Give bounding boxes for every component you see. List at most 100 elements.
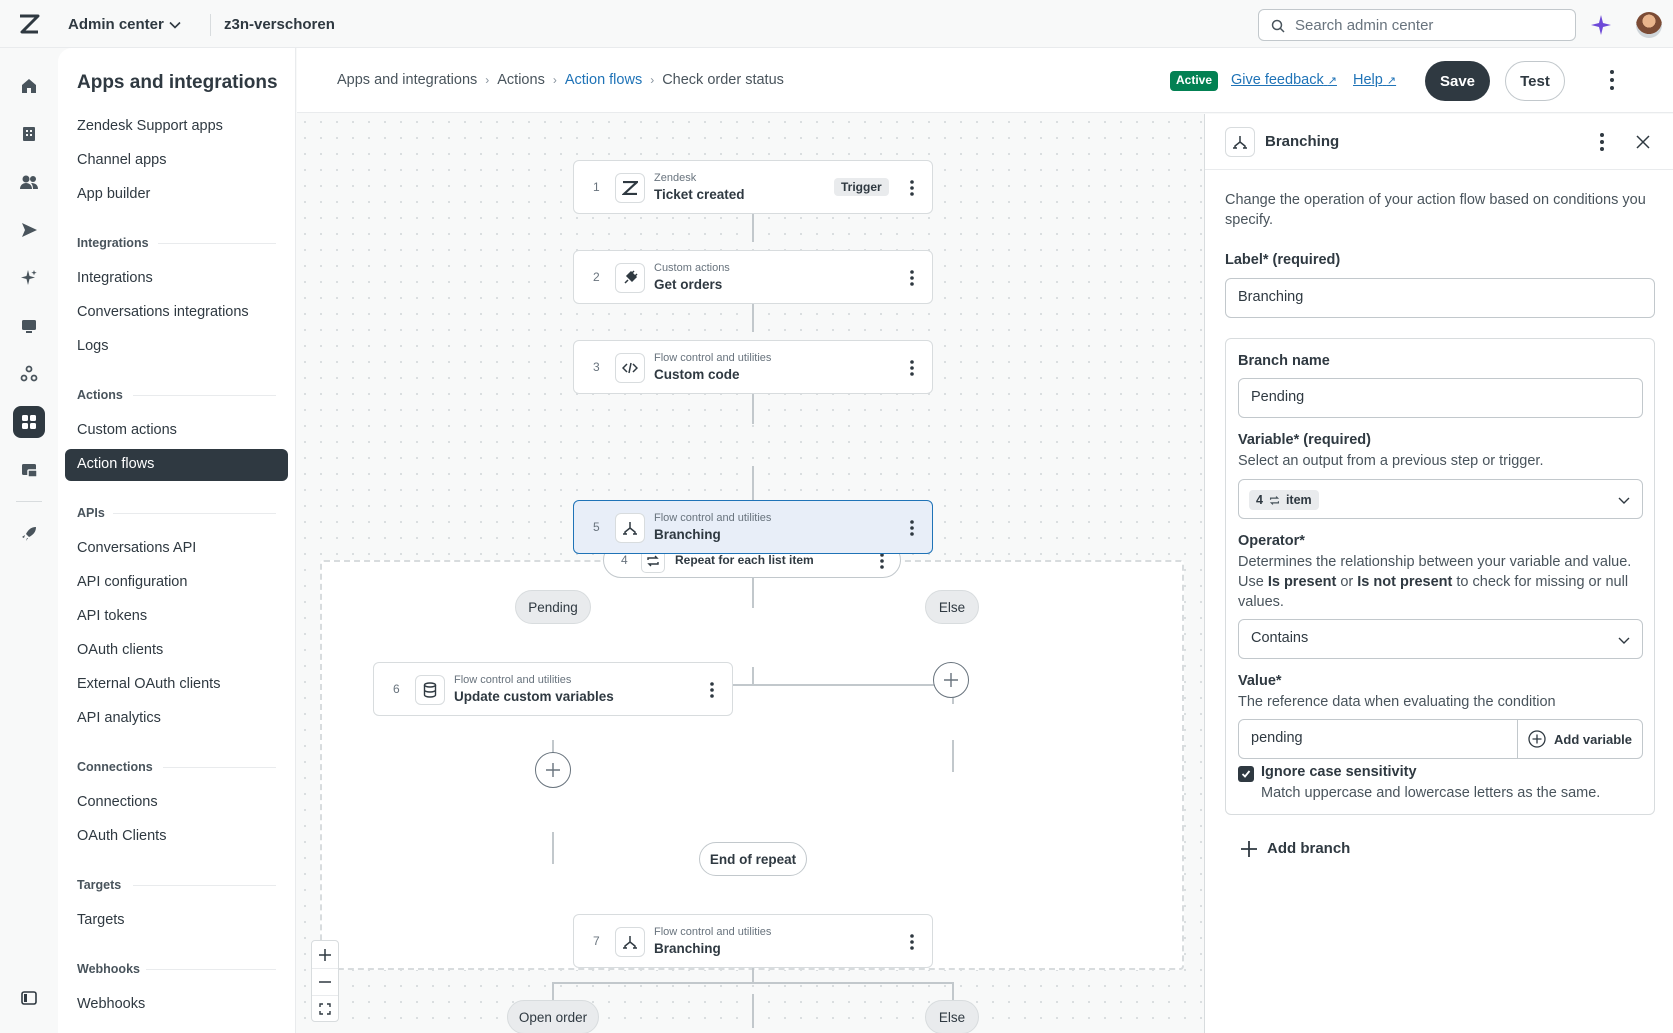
label-input[interactable]: Branching <box>1225 278 1655 318</box>
repeat-container <box>320 560 1184 970</box>
flow-step-7[interactable]: 7 Flow control and utilities Branching <box>573 914 933 968</box>
account-name: z3n-verschoren <box>224 16 335 33</box>
value-input[interactable]: pending Add variable <box>1238 719 1643 759</box>
flow-step-6[interactable]: 6 Flow control and utilities Update cust… <box>373 662 733 716</box>
flow-step-3[interactable]: 3 Flow control and utilities Custom code <box>573 340 933 394</box>
nav-item-action-flows[interactable]: Action flows <box>65 449 288 481</box>
more-options-icon[interactable] <box>1609 68 1615 92</box>
nav-item-zendesk-support-apps[interactable]: Zendesk Support apps <box>77 118 223 134</box>
rail-people[interactable] <box>13 166 45 198</box>
more-options-icon[interactable] <box>910 933 914 951</box>
rocket-icon <box>22 527 36 541</box>
search-icon <box>1271 19 1285 33</box>
rail-launch[interactable] <box>13 518 45 550</box>
ai-sparkle-icon[interactable] <box>1590 14 1612 36</box>
nav-divider <box>133 885 276 886</box>
branch-name-input[interactable]: Pending <box>1238 378 1643 418</box>
flow-step-1[interactable]: 1 Zendesk Ticket created Trigger <box>573 160 933 214</box>
nav-item-targets[interactable]: Targets <box>77 912 125 928</box>
sparkle-icon <box>21 270 37 285</box>
database-icon <box>415 675 445 705</box>
rail-channels[interactable] <box>13 214 45 246</box>
more-options-icon[interactable] <box>910 269 914 287</box>
give-feedback-label: Give feedback <box>1231 72 1324 88</box>
more-options-icon[interactable] <box>910 359 914 377</box>
more-options-icon[interactable] <box>880 552 884 570</box>
breadcrumb-action-flows[interactable]: Action flows <box>565 72 642 88</box>
zendesk-logo-icon[interactable] <box>18 14 40 34</box>
flow-canvas[interactable]: 1 Zendesk Ticket created Trigger 2 Custo… <box>297 114 1204 1033</box>
nav-item-webhooks[interactable]: Webhooks <box>77 996 145 1012</box>
nav-item-conversations-api[interactable]: Conversations API <box>77 540 196 556</box>
nav-item-logs[interactable]: Logs <box>77 338 108 354</box>
rail-home[interactable] <box>13 70 45 102</box>
nav-section-webhooks: Webhooks <box>77 962 140 976</box>
branch-pending[interactable]: Pending <box>515 590 591 624</box>
add-step-button[interactable] <box>933 662 969 698</box>
more-options-icon[interactable] <box>710 681 714 699</box>
rail-ai[interactable] <box>13 262 45 294</box>
ignore-case-checkbox[interactable] <box>1238 766 1254 782</box>
fit-view-button[interactable] <box>312 995 338 1022</box>
monitor-icon <box>22 320 36 333</box>
avatar[interactable] <box>1636 12 1662 38</box>
chevron-down-icon[interactable] <box>168 18 182 32</box>
breadcrumb: Apps and integrations › Actions › Action… <box>337 72 784 88</box>
people-icon <box>20 175 38 189</box>
save-button[interactable]: Save <box>1425 61 1490 101</box>
fullscreen-icon <box>319 1003 331 1015</box>
zoom-controls <box>311 940 339 1022</box>
operator-select[interactable]: Contains <box>1238 619 1643 659</box>
variable-select[interactable]: 4 item <box>1238 479 1643 519</box>
step-number: 1 <box>593 180 600 194</box>
plus-icon <box>546 763 560 777</box>
top-bar: Admin center z3n-verschoren Search admin… <box>0 0 1673 48</box>
step-category: Flow control and utilities <box>654 512 772 524</box>
add-variable-button[interactable]: Add variable <box>1517 720 1642 758</box>
branch-else[interactable]: Else <box>925 590 979 624</box>
chevron-right-icon: › <box>650 73 655 87</box>
help-link[interactable]: Help ↗ <box>1353 72 1396 88</box>
product-switcher[interactable]: Admin center <box>68 16 164 33</box>
zoom-in-button[interactable] <box>312 941 338 968</box>
nav-item-custom-actions[interactable]: Custom actions <box>77 422 177 438</box>
nav-item-app-builder[interactable]: App builder <box>77 186 150 202</box>
nav-item-api-tokens[interactable]: API tokens <box>77 608 147 624</box>
connector <box>752 214 754 242</box>
rail-sandbox[interactable] <box>13 454 45 486</box>
flow-step-5[interactable]: 5 Flow control and utilities Branching <box>573 500 933 554</box>
rail-apps[interactable] <box>13 406 45 438</box>
step-title: Branching <box>654 527 721 542</box>
rail-objects[interactable] <box>13 358 45 390</box>
rail-account[interactable] <box>13 118 45 150</box>
chevron-right-icon: › <box>485 73 490 87</box>
add-step-button[interactable] <box>535 752 571 788</box>
breadcrumb-actions[interactable]: Actions <box>497 72 545 88</box>
nav-item-connections[interactable]: Connections <box>77 794 158 810</box>
search-input[interactable]: Search admin center <box>1258 9 1576 41</box>
branch-else-2[interactable]: Else <box>925 1000 979 1033</box>
nav-item-conversations-integrations[interactable]: Conversations integrations <box>77 304 249 320</box>
flow-step-2[interactable]: 2 Custom actions Get orders <box>573 250 933 304</box>
nav-item-external-oauth-clients[interactable]: External OAuth clients <box>77 676 220 692</box>
nav-item-oauth-clients[interactable]: OAuth clients <box>77 642 163 658</box>
nav-item-channel-apps[interactable]: Channel apps <box>77 152 167 168</box>
more-options-icon[interactable] <box>910 179 914 197</box>
zoom-out-button[interactable] <box>312 968 338 995</box>
plug-icon <box>615 263 645 293</box>
give-feedback-link[interactable]: Give feedback ↗ <box>1231 72 1337 88</box>
nav-item-api-configuration[interactable]: API configuration <box>77 574 187 590</box>
more-options-icon[interactable] <box>1600 132 1604 152</box>
ignore-case-label[interactable]: Ignore case sensitivity <box>1261 764 1417 780</box>
test-button[interactable]: Test <box>1505 61 1565 101</box>
breadcrumb-apps-and-integrations[interactable]: Apps and integrations <box>337 72 477 88</box>
nav-item-integrations[interactable]: Integrations <box>77 270 153 286</box>
close-icon[interactable] <box>1636 135 1650 149</box>
more-options-icon[interactable] <box>910 519 914 537</box>
add-branch-button[interactable]: Add branch <box>1241 840 1350 857</box>
nav-item-api-analytics[interactable]: API analytics <box>77 710 161 726</box>
rail-collapse[interactable] <box>13 982 45 1014</box>
nav-item-oauth-clients-connections[interactable]: OAuth Clients <box>77 828 166 844</box>
rail-workspaces[interactable] <box>13 310 45 342</box>
branch-open-order[interactable]: Open order <box>507 1000 599 1033</box>
